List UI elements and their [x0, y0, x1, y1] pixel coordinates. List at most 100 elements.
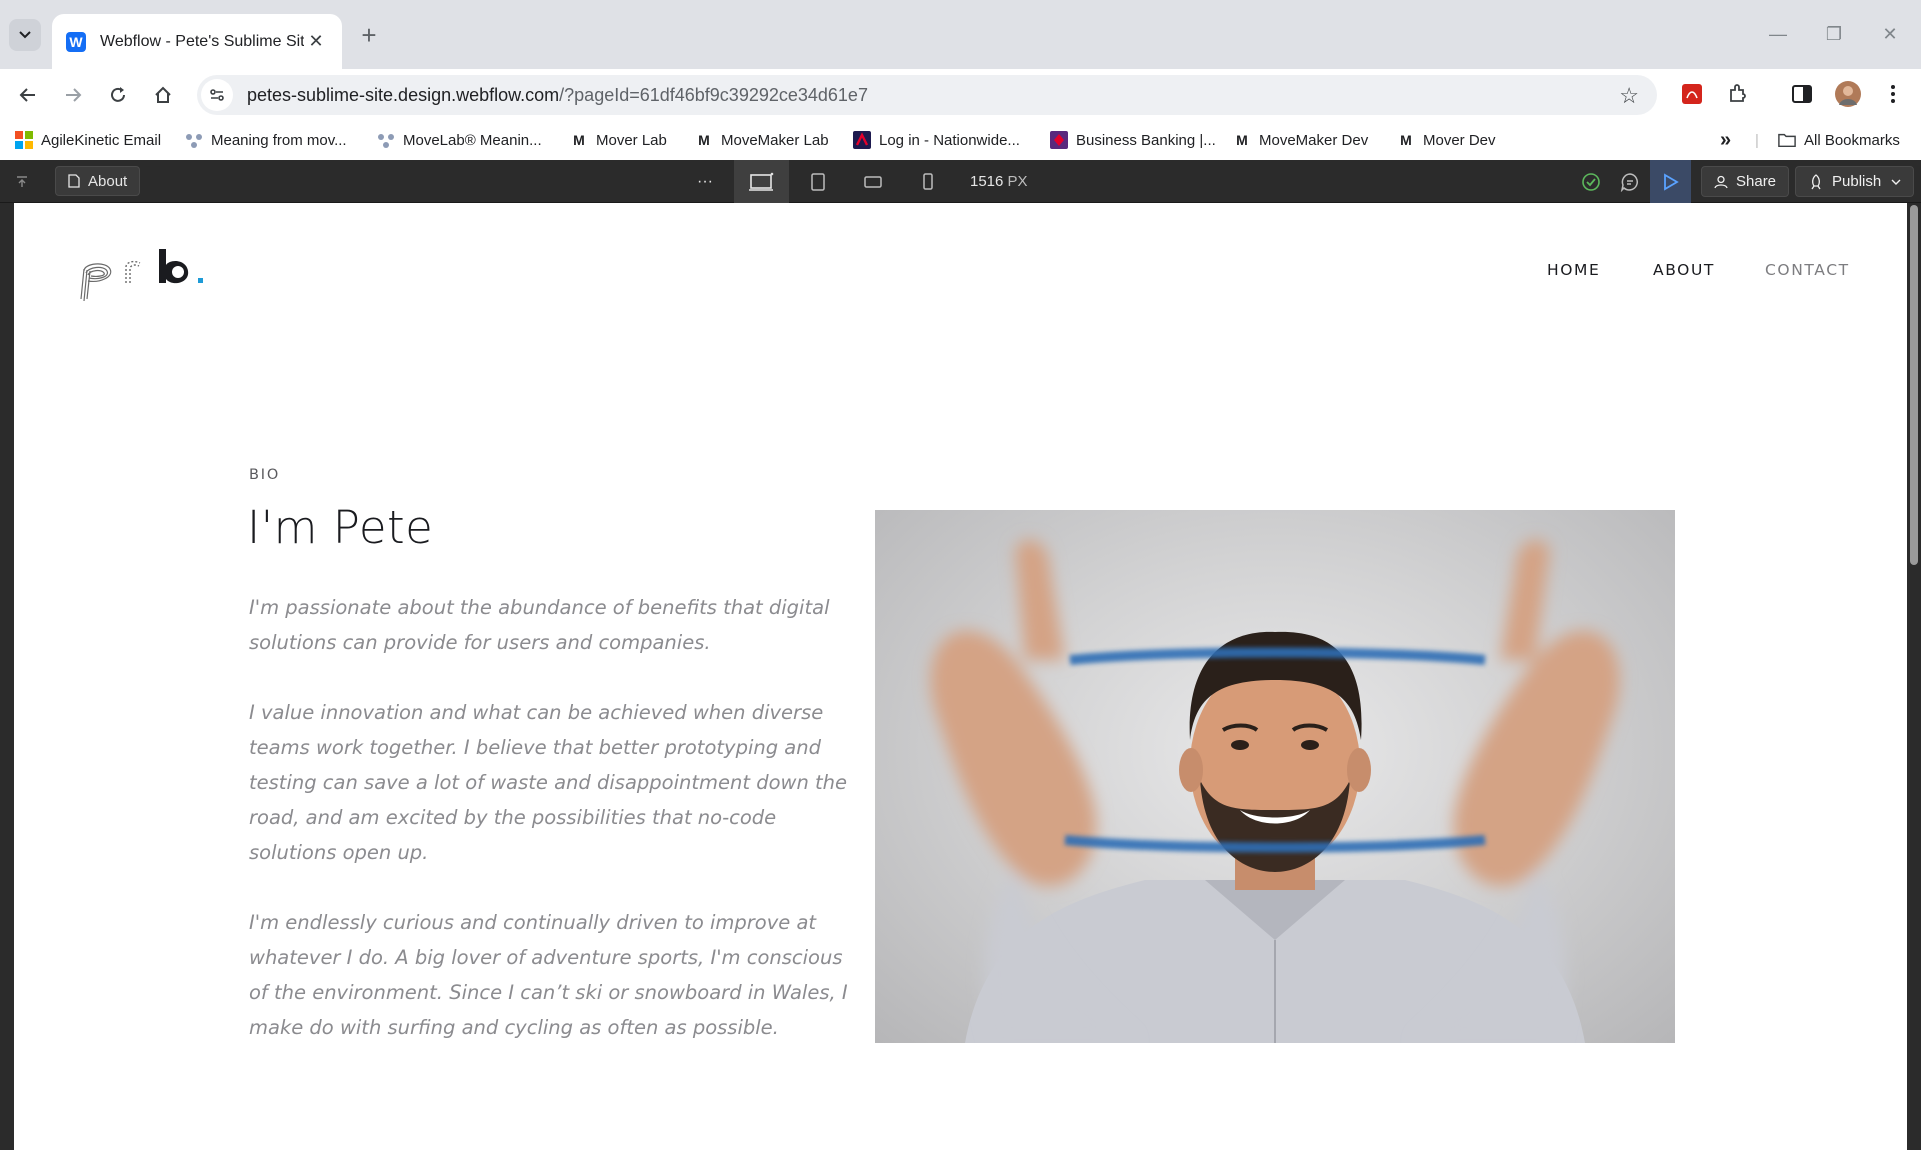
- share-label: Share: [1736, 173, 1777, 190]
- bookmark-movemaker-lab[interactable]: M MoveMaker Lab: [695, 120, 829, 160]
- reload-icon: [111, 87, 125, 102]
- publish-label: Publish: [1832, 173, 1882, 190]
- url-host: petes-sublime-site.design.webflow.com: [247, 84, 560, 105]
- portrait-illustration: [930, 539, 1620, 1043]
- browser-toolbar: petes-sublime-site.design.webflow.com/?p…: [0, 69, 1921, 120]
- nav-contact[interactable]: CONTACT: [1765, 261, 1850, 279]
- desktop-icon: [748, 172, 773, 191]
- canvas-scrollbar-thumb[interactable]: [1910, 205, 1918, 565]
- bookmark-mover-lab[interactable]: M Mover Lab: [570, 120, 667, 160]
- tablet-icon: [810, 172, 825, 191]
- play-icon: [1663, 172, 1679, 191]
- tablet-breakpoint-button[interactable]: [795, 160, 840, 203]
- pdf-extension-icon[interactable]: [1677, 79, 1707, 109]
- m-icon: M: [1236, 132, 1248, 148]
- comments-icon[interactable]: [1617, 160, 1643, 203]
- url-path: /?pageId=61df46bf9c39292ce34d61e7: [559, 84, 868, 105]
- movelab-icon: [377, 131, 395, 149]
- back-button[interactable]: [10, 77, 46, 113]
- bookmark-label: Meaning from mov...: [211, 131, 347, 149]
- share-button[interactable]: Share: [1701, 166, 1790, 197]
- tab-search-button[interactable]: [9, 19, 41, 51]
- canvas-width-readout[interactable]: 1516 PX: [970, 160, 1028, 203]
- bookmark-meaning-from-mov[interactable]: Meaning from mov...: [185, 120, 347, 160]
- reload-button[interactable]: [100, 77, 136, 113]
- page-heading: I'm Pete: [247, 501, 434, 554]
- portrait-photo: [875, 510, 1675, 1043]
- webflow-favicon-icon: W: [66, 31, 86, 52]
- chevron-down-icon: [19, 31, 31, 39]
- movelab-icon: [185, 131, 203, 149]
- forward-button[interactable]: [55, 77, 91, 113]
- natwest-icon: [1050, 131, 1068, 149]
- rocket-icon: [1811, 173, 1821, 189]
- site-canvas: HOME ABOUT CONTACT BIO I'm Pete I'm pass…: [14, 203, 1907, 1150]
- bio-paragraph-2: I value innovation and what can be achie…: [249, 701, 848, 864]
- canvas-left-gutter: [0, 203, 14, 1150]
- close-tab-icon[interactable]: ✕: [304, 31, 328, 52]
- profile-avatar[interactable]: [1833, 79, 1863, 109]
- active-tab[interactable]: W Webflow - Pete's Sublime Site ✕: [52, 14, 342, 69]
- page-icon: [68, 174, 80, 188]
- webflow-topbar: About ··· 1516 PX Share Publish: [0, 160, 1921, 203]
- minimize-icon[interactable]: —: [1750, 14, 1806, 54]
- canvas-width-value: 1516: [970, 173, 1004, 190]
- bookmark-label: MoveMaker Dev: [1259, 131, 1369, 149]
- publish-status-icon[interactable]: [1578, 160, 1604, 203]
- publish-button[interactable]: Publish: [1795, 166, 1915, 197]
- mobile-landscape-icon: [863, 175, 882, 188]
- microsoft-icon: [15, 131, 33, 149]
- m-icon: M: [573, 132, 585, 148]
- m-icon: M: [698, 132, 710, 148]
- nav-home[interactable]: HOME: [1547, 261, 1600, 279]
- canvas-width-unit: PX: [1007, 173, 1028, 190]
- preview-button[interactable]: [1650, 160, 1691, 203]
- prb-logo[interactable]: [76, 243, 216, 305]
- user-icon: [1714, 175, 1728, 188]
- folder-icon: [1778, 131, 1796, 149]
- current-page-selector[interactable]: About: [55, 166, 141, 196]
- back-arrow-icon: [19, 88, 35, 102]
- desktop-breakpoint-button[interactable]: [734, 160, 789, 203]
- restore-icon[interactable]: ❐: [1806, 14, 1862, 54]
- bookmark-mover-dev[interactable]: M Mover Dev: [1397, 120, 1495, 160]
- mobile-portrait-breakpoint-button[interactable]: [905, 160, 950, 203]
- bookmark-nationwide[interactable]: Log in - Nationwide...: [853, 120, 1020, 160]
- new-tab-button[interactable]: +: [354, 20, 384, 50]
- bookmark-label: MoveMaker Lab: [721, 131, 829, 149]
- page-name: About: [88, 172, 128, 190]
- bookmark-label: MoveLab® Meanin...: [403, 131, 542, 149]
- all-bookmarks-label: All Bookmarks: [1804, 131, 1900, 149]
- bookmark-movelab-meaning[interactable]: MoveLab® Meanin...: [377, 120, 542, 160]
- extensions-puzzle-icon[interactable]: [1723, 79, 1753, 109]
- more-bookmarks-chevron-icon[interactable]: »: [1720, 120, 1731, 160]
- url-text: petes-sublime-site.design.webflow.com/?p…: [247, 85, 868, 106]
- chevron-down-icon: [1891, 179, 1901, 185]
- m-icon: M: [1400, 132, 1412, 148]
- bookmark-movemaker-dev[interactable]: M MoveMaker Dev: [1233, 120, 1368, 160]
- bookmark-agilekinetic[interactable]: AgileKinetic Email: [15, 120, 161, 160]
- site-info-icon[interactable]: [201, 79, 233, 111]
- bookmark-business-banking[interactable]: Business Banking |...: [1050, 120, 1216, 160]
- bookmarks-divider: |: [1755, 131, 1759, 149]
- home-button[interactable]: [145, 77, 181, 113]
- close-window-icon[interactable]: ✕: [1862, 14, 1918, 54]
- side-panel-icon[interactable]: [1787, 79, 1817, 109]
- bookmark-label: Mover Lab: [596, 131, 667, 149]
- more-breakpoints-button[interactable]: ···: [690, 160, 720, 203]
- mobile-portrait-icon: [922, 173, 933, 190]
- bio-paragraph-1: I'm passionate about the abundance of be…: [249, 596, 830, 654]
- logo-dot: [198, 278, 203, 283]
- browser-menu-icon[interactable]: [1878, 79, 1908, 109]
- nav-about[interactable]: ABOUT: [1653, 261, 1715, 279]
- bio-paragraph-3: I'm endlessly curious and continually dr…: [249, 911, 848, 1039]
- collapse-panel-icon[interactable]: [10, 160, 34, 203]
- bio-eyebrow: BIO: [249, 467, 281, 483]
- bookmark-star-icon[interactable]: ☆: [1619, 83, 1639, 109]
- mobile-landscape-breakpoint-button[interactable]: [850, 160, 895, 203]
- bookmark-label: Log in - Nationwide...: [879, 131, 1020, 149]
- address-bar[interactable]: petes-sublime-site.design.webflow.com/?p…: [197, 75, 1657, 115]
- nationwide-icon: [853, 131, 871, 149]
- tab-strip: W Webflow - Pete's Sublime Site ✕ + — ❐ …: [0, 0, 1921, 69]
- all-bookmarks-button[interactable]: All Bookmarks: [1778, 120, 1900, 160]
